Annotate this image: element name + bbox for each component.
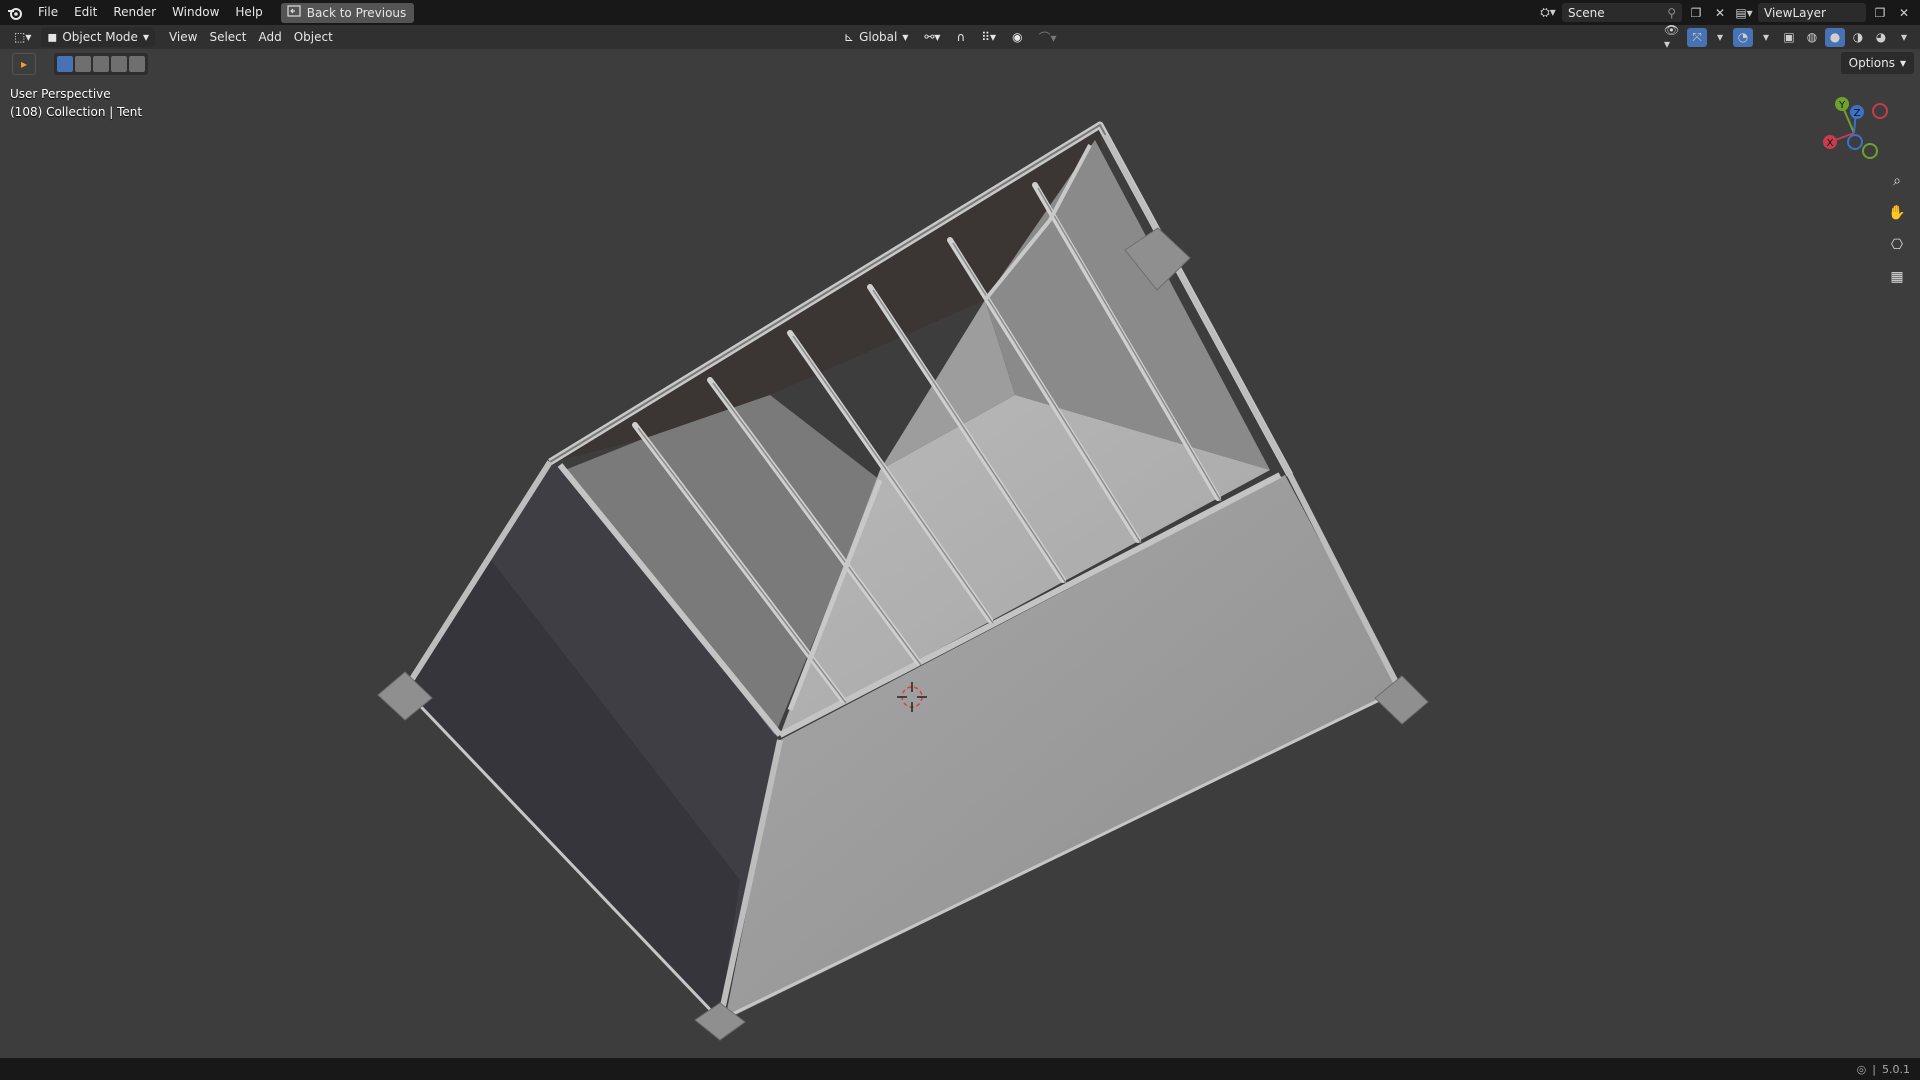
x-axis-label: X (1827, 138, 1834, 149)
z-axis-label: Z (1854, 108, 1861, 119)
zoom-icon[interactable]: ⌕ (1884, 168, 1910, 194)
globe-icon: ◎ (1856, 1062, 1867, 1076)
neg-z-axis-handle[interactable] (1847, 134, 1863, 150)
neg-x-axis-handle[interactable] (1872, 103, 1888, 119)
pan-hand-icon[interactable]: ✋ (1884, 200, 1910, 226)
camera-view-icon[interactable]: ⎔ (1884, 232, 1910, 258)
viewport-3d-scene[interactable] (0, 0, 1920, 1080)
neg-y-axis-handle[interactable] (1862, 143, 1878, 159)
navigation-gizmo[interactable]: Y Z X (1822, 95, 1892, 165)
y-axis-label: Y (1838, 100, 1846, 111)
separator: | (1872, 1062, 1876, 1076)
tent-object (377, 121, 1429, 1041)
viewport-info: User Perspective (108) Collection | Tent (10, 85, 142, 121)
viewport-collection-label: (108) Collection | Tent (10, 105, 143, 119)
viewport-perspective-label: User Perspective (10, 87, 111, 101)
status-bar: ◎ | 5.0.1 (0, 1058, 1920, 1080)
version-label: 5.0.1 (1882, 1062, 1910, 1076)
viewport-nav-buttons: ⌕ ✋ ⎔ ▦ (1884, 168, 1910, 290)
perspective-grid-icon[interactable]: ▦ (1884, 264, 1910, 290)
